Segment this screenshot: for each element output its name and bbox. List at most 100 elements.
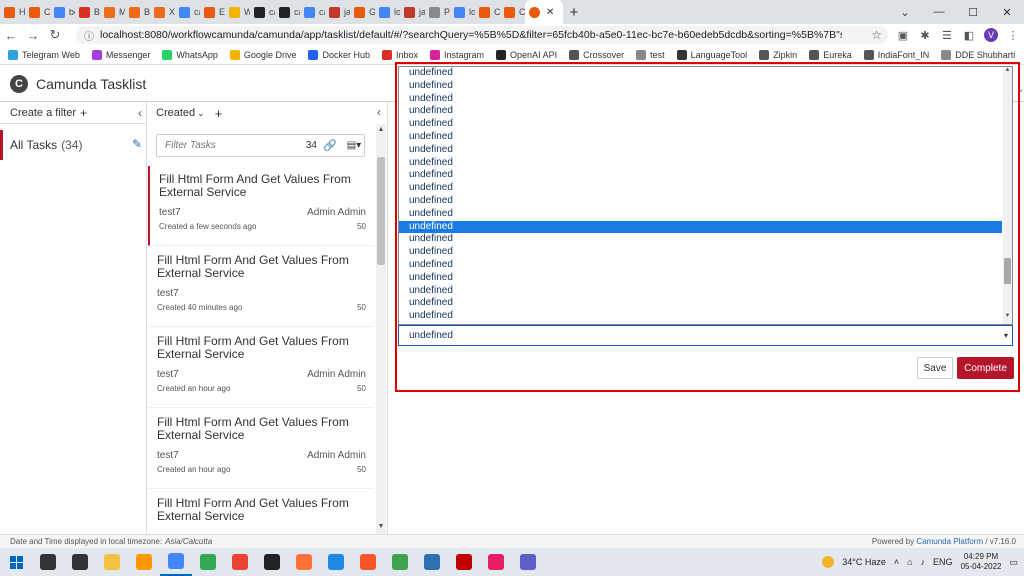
form-select-field[interactable]: undefined ▾ [398, 325, 1013, 346]
new-tab-icon[interactable]: + [563, 4, 585, 21]
notification-icon[interactable]: ▭ [1009, 557, 1018, 568]
scroll-up-icon[interactable]: ▲ [376, 126, 386, 133]
dropdown-option[interactable]: undefined [399, 259, 1002, 272]
browser-tab[interactable]: Cre [475, 0, 500, 24]
browser-tab[interactable]: Pop [425, 0, 450, 24]
dropdown-option[interactable]: undefined [399, 310, 1002, 323]
bookmark-item[interactable]: Messenger [91, 50, 150, 60]
task-name[interactable]: Fill Html Form And Get Values From Exter… [157, 335, 362, 361]
profile-avatar[interactable]: V [984, 28, 998, 42]
complete-button[interactable]: Complete [957, 357, 1014, 379]
camunda-platform-link[interactable]: Camunda Platform [916, 537, 983, 546]
task-list-item[interactable]: Fill Html Form And Get Values From Exter… [148, 247, 374, 327]
browser-tab[interactable]: Mi [100, 0, 125, 24]
taskbar-app[interactable] [384, 548, 416, 576]
taskbar-app[interactable] [32, 548, 64, 576]
dropdown-option[interactable]: undefined [399, 195, 1002, 208]
bookmark-item[interactable]: Instagram [430, 50, 484, 60]
sidepanel-icon[interactable]: ◧ [958, 29, 980, 42]
browser-tab[interactable]: bes [50, 0, 75, 24]
taskbar-app[interactable] [352, 548, 384, 576]
menu-icon[interactable]: ⋮ [1002, 29, 1024, 42]
dropdown-option[interactable]: undefined [399, 67, 1002, 80]
url-text[interactable]: localhost:8080/workflowcamunda/camunda/a… [100, 29, 842, 41]
browser-tab[interactable]: loa [375, 0, 400, 24]
dropdown-option[interactable]: undefined [399, 144, 1002, 157]
dropdown-option[interactable]: undefined [399, 182, 1002, 195]
task-name[interactable]: Fill Html Form And Get Values From Exter… [157, 254, 362, 280]
browser-tab[interactable]: Car [25, 0, 50, 24]
browser-tab[interactable]: java [400, 0, 425, 24]
dropdown-option[interactable]: undefined [399, 297, 1002, 310]
taskbar-app[interactable] [160, 548, 192, 576]
weather-icon[interactable] [822, 556, 835, 568]
dropdown-option[interactable]: undefined [399, 169, 1002, 182]
back-icon[interactable]: ← [0, 28, 22, 43]
browser-tab[interactable]: Buy [125, 0, 150, 24]
dropdown-option[interactable]: undefined [399, 131, 1002, 144]
dropdown-option[interactable]: undefined [399, 105, 1002, 118]
browser-tab[interactable]: Car [500, 0, 525, 24]
taskbar-app[interactable] [480, 548, 512, 576]
network-icon[interactable]: ⌂ [907, 557, 912, 567]
reading-list-icon[interactable]: ☰ [936, 29, 958, 42]
taskbar-app[interactable] [288, 548, 320, 576]
task-list-item[interactable]: Fill Html Form And Get Values From Exter… [148, 490, 374, 534]
language-indicator[interactable]: ENG [933, 557, 953, 567]
collapse-list-icon[interactable]: ‹ [377, 105, 381, 119]
browser-tab[interactable]: can [300, 0, 325, 24]
bookmark-item[interactable]: OpenAI API [496, 50, 557, 60]
bookmark-item[interactable]: LanguageTool [676, 50, 747, 60]
dropdown-option[interactable]: undefined [399, 285, 1002, 298]
edit-filter-icon[interactable]: ✎ [132, 137, 142, 151]
dropdown-option[interactable]: undefined [399, 157, 1002, 170]
taskbar-app[interactable] [256, 548, 288, 576]
task-search-input[interactable] [165, 140, 303, 151]
dropdown-option[interactable]: undefined [399, 208, 1002, 221]
tray-chevron-icon[interactable]: ˄ [894, 557, 899, 567]
save-button[interactable]: Save [917, 357, 953, 379]
task-list-item[interactable]: Fill Html Form And Get Values From Exter… [148, 409, 374, 489]
app-title[interactable]: Camunda Tasklist [36, 76, 146, 92]
weather-text[interactable]: 34°C Haze [842, 557, 886, 567]
bookmark-item[interactable]: WhatsApp [162, 50, 218, 60]
forward-icon[interactable]: → [22, 28, 44, 43]
filter-all-tasks[interactable]: All Tasks (34) ✎ [0, 130, 146, 160]
volume-icon[interactable]: ♪ [921, 557, 926, 567]
dropdown-options-list[interactable]: undefined undefined undefined undefined unde… [398, 66, 1013, 325]
dropdown-option[interactable]: undefined [399, 272, 1002, 285]
link-icon[interactable]: 🔗 [323, 139, 337, 152]
task-list-item[interactable]: Fill Html Form And Get Values From Exter… [148, 328, 374, 408]
browser-tab[interactable]: can [175, 0, 200, 24]
bookmark-item[interactable]: Telegram Web [8, 50, 80, 60]
bookmark-item[interactable]: Inbox [381, 50, 418, 60]
task-name[interactable]: Fill Html Form And Get Values From Exter… [159, 173, 364, 199]
browser-tab[interactable]: Get [350, 0, 375, 24]
taskbar-app[interactable] [64, 548, 96, 576]
bookmark-star-icon[interactable]: ☆ [871, 28, 882, 42]
dropdown-scrollbar[interactable] [1003, 67, 1012, 324]
add-sorting-icon[interactable]: + [215, 106, 223, 121]
extension-icon[interactable]: ▣ [892, 29, 914, 42]
browser-tab[interactable]: loa [450, 0, 475, 24]
bookmark-item[interactable]: Crossover [569, 50, 624, 60]
taskbar-app[interactable] [448, 548, 480, 576]
dropdown-option[interactable]: undefined [399, 246, 1002, 259]
select-caret-icon[interactable]: ▾ [1004, 331, 1008, 340]
bookmark-item[interactable]: DDE Shubharti [941, 50, 1015, 60]
add-filter-icon[interactable]: + [80, 106, 87, 120]
dropdown-option[interactable]: undefined [399, 80, 1002, 93]
create-filter-link[interactable]: Create a filter [10, 107, 76, 119]
task-name[interactable]: Fill Html Form And Get Values From Exter… [157, 497, 362, 523]
collapse-filters-icon[interactable]: ‹ [138, 106, 142, 120]
bookmark-item[interactable]: Docker Hub [308, 50, 370, 60]
bookmark-item[interactable]: Eureka [809, 50, 852, 60]
taskbar-app[interactable] [512, 548, 544, 576]
taskbar-app[interactable] [224, 548, 256, 576]
dropdown-scroll-up-icon[interactable]: ▲ [1003, 67, 1012, 73]
taskbar-app[interactable] [128, 548, 160, 576]
bookmark-item[interactable]: Zipkin [759, 50, 797, 60]
taskbar-app[interactable] [320, 548, 352, 576]
task-name[interactable]: Fill Html Form And Get Values From Exter… [157, 416, 362, 442]
taskbar-app[interactable] [192, 548, 224, 576]
